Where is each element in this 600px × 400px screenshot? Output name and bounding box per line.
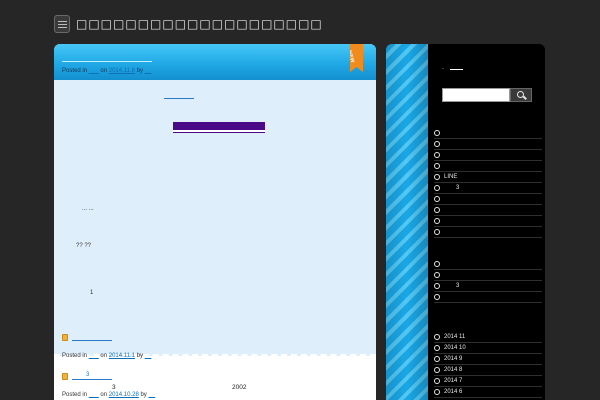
circle-bullet-icon: [434, 272, 440, 278]
menu-icon[interactable]: [54, 15, 70, 33]
sidebar-top-marker: ·: [442, 66, 444, 72]
circle-bullet-icon: [434, 185, 440, 191]
post-icon: [62, 373, 68, 380]
body-link[interactable]: [164, 98, 194, 99]
sidebar-decoration: [386, 44, 428, 400]
search-button[interactable]: [510, 88, 532, 102]
archive-item[interactable]: 2014 9: [434, 354, 542, 365]
sidebar-item[interactable]: [434, 194, 542, 205]
post-icon: [62, 334, 68, 341]
author-link[interactable]: __: [145, 68, 152, 74]
circle-bullet-icon: [434, 229, 440, 235]
by-label: by: [136, 68, 144, 74]
author-link[interactable]: __: [145, 353, 152, 359]
new-ribbon-icon: NEW: [350, 44, 363, 72]
date-link[interactable]: 2014.10.28: [109, 392, 139, 398]
circle-bullet-icon: [434, 356, 440, 362]
sidebar-item[interactable]: [434, 205, 542, 216]
circle-bullet-icon: [434, 345, 440, 351]
circle-bullet-icon: [434, 334, 440, 340]
main-content: Posted in ___ on 2014.11.8 by __ NEW ...…: [54, 44, 376, 400]
sidebar-item[interactable]: 3: [434, 281, 542, 292]
excerpt-body-text: 3: [112, 384, 116, 391]
archive-item[interactable]: 2014 10: [434, 343, 542, 354]
on-label: on: [100, 353, 108, 359]
new-ribbon-label: NEW: [346, 50, 356, 64]
site-title[interactable]: □□□□□□□□□□□□□□□□□□□□: [76, 17, 323, 31]
circle-bullet-icon: [434, 152, 440, 158]
date-link[interactable]: 2014.11.1: [109, 353, 135, 359]
date-link[interactable]: 2014.11.8: [109, 68, 135, 74]
circle-bullet-icon: [434, 389, 440, 395]
post-header: Posted in ___ on 2014.11.8 by __ NEW: [54, 44, 376, 80]
sidebar-item[interactable]: [434, 161, 542, 172]
category-link[interactable]: ___: [89, 68, 99, 74]
sidebar-item[interactable]: [434, 227, 542, 238]
excerpt-meta: Posted in ___ on 2014.11.1 by __: [62, 353, 151, 359]
excerpt-body-text: 2002: [232, 384, 247, 391]
sidebar-item[interactable]: [434, 259, 542, 270]
excerpt-title-link[interactable]: [72, 340, 112, 341]
archive-item[interactable]: 2014 6: [434, 387, 542, 398]
on-label: on: [100, 68, 108, 74]
sidebar-list-primary: LINE 3: [434, 128, 542, 238]
sidebar-item[interactable]: [434, 216, 542, 227]
circle-bullet-icon: [434, 367, 440, 373]
post-body: ... ... ?? ?? 1: [54, 80, 376, 356]
circle-bullet-icon: [434, 174, 440, 180]
archive-item[interactable]: 2014 8: [434, 365, 542, 376]
circle-bullet-icon: [434, 294, 440, 300]
posted-in-label: Posted in: [62, 68, 88, 74]
archive-item[interactable]: 2014 11: [434, 332, 542, 343]
circle-bullet-icon: [434, 196, 440, 202]
site-header: □□□□□□□□□□□□□□□□□□□□: [54, 14, 323, 34]
circle-bullet-icon: [434, 283, 440, 289]
posted-in-label: Posted in: [62, 392, 88, 398]
category-link[interactable]: ___: [89, 392, 99, 398]
on-label: on: [100, 392, 108, 398]
body-text-line: ... ...: [82, 206, 94, 212]
sidebar-item[interactable]: [434, 270, 542, 281]
circle-bullet-icon: [434, 378, 440, 384]
circle-bullet-icon: [434, 141, 440, 147]
circle-bullet-icon: [434, 130, 440, 136]
sidebar: · LINE 3 3 2014 11 2014 10 2014 9 2014 8…: [428, 44, 545, 400]
excerpt-meta: Posted in ___ on 2014.10.28 by __: [62, 392, 155, 398]
archive-item[interactable]: 2014 7: [434, 376, 542, 387]
sidebar-item[interactable]: [434, 150, 542, 161]
archive-list: 2014 11 2014 10 2014 9 2014 8 2014 7 201…: [434, 332, 542, 398]
search-icon: [516, 90, 524, 98]
excerpt-title-link[interactable]: [72, 379, 112, 380]
circle-bullet-icon: [434, 207, 440, 213]
circle-bullet-icon: [434, 261, 440, 267]
category-link[interactable]: ___: [89, 353, 99, 359]
banner-image[interactable]: [173, 122, 265, 132]
sidebar-item-line[interactable]: LINE: [434, 172, 542, 183]
search-input[interactable]: [442, 88, 510, 102]
sidebar-item[interactable]: [434, 292, 542, 303]
sidebar-item[interactable]: [434, 128, 542, 139]
author-link[interactable]: __: [148, 392, 155, 398]
body-text-line: ?? ??: [76, 243, 92, 249]
posted-in-label: Posted in: [62, 353, 88, 359]
body-text-line: 1: [90, 290, 94, 296]
sidebar-list-secondary: 3: [434, 259, 542, 303]
circle-bullet-icon: [434, 218, 440, 224]
post-title-link[interactable]: [62, 61, 152, 62]
excerpt-title[interactable]: 3: [86, 372, 89, 378]
sidebar-top-link[interactable]: [450, 69, 463, 70]
by-label: by: [140, 392, 147, 398]
post-meta: Posted in ___ on 2014.11.8 by __: [62, 68, 151, 74]
by-label: by: [136, 353, 144, 359]
sidebar-item[interactable]: [434, 139, 542, 150]
circle-bullet-icon: [434, 163, 440, 169]
sidebar-item[interactable]: 3: [434, 183, 542, 194]
